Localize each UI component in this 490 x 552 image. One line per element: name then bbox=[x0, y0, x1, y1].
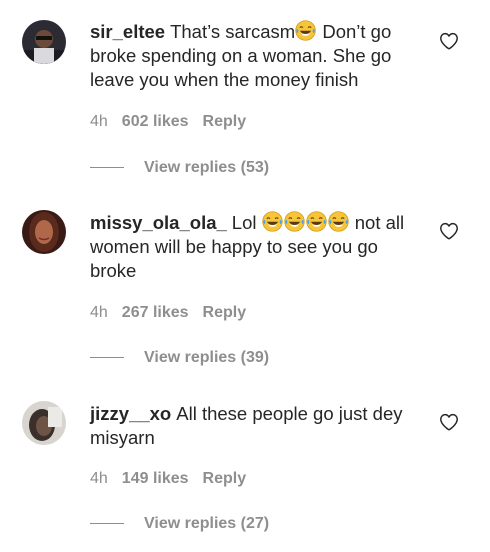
avatar-image bbox=[22, 210, 66, 254]
divider-line bbox=[90, 523, 124, 525]
comment-meta: 4h 267 likes Reply bbox=[90, 303, 260, 323]
face-with-tears-of-joy-icon bbox=[295, 20, 316, 41]
comment-time: 4h bbox=[90, 113, 108, 130]
likes-count[interactable]: 149 likes bbox=[122, 470, 189, 487]
view-replies-label: View replies (27) bbox=[144, 515, 270, 532]
username[interactable]: jizzy__xo bbox=[90, 403, 171, 424]
avatar[interactable] bbox=[22, 20, 66, 64]
comment-text: jizzy__xo All these people go just dey mi… bbox=[90, 402, 420, 450]
reply-button[interactable]: Reply bbox=[203, 470, 247, 487]
avatar-image bbox=[22, 401, 66, 445]
view-replies-label: View replies (39) bbox=[144, 349, 270, 366]
comment-text-start: Lol bbox=[231, 212, 262, 233]
comment-meta: 4h 602 likes Reply bbox=[90, 112, 260, 132]
heart-outline-icon bbox=[440, 222, 458, 240]
divider-line bbox=[90, 167, 124, 169]
likes-count[interactable]: 267 likes bbox=[122, 304, 189, 321]
view-replies-label: View replies (53) bbox=[144, 159, 270, 176]
comment-time: 4h bbox=[90, 470, 108, 487]
likes-count[interactable]: 602 likes bbox=[122, 113, 189, 130]
like-button[interactable] bbox=[438, 411, 460, 433]
heart-outline-icon bbox=[440, 413, 458, 431]
avatar-image bbox=[22, 20, 66, 64]
reply-button[interactable]: Reply bbox=[203, 304, 247, 321]
like-button[interactable] bbox=[438, 30, 460, 52]
avatar[interactable] bbox=[22, 210, 66, 254]
username[interactable]: sir_eltee bbox=[90, 21, 165, 42]
view-replies-button[interactable]: View replies (39) bbox=[90, 348, 269, 368]
comment-text-start: That’s sarcasm bbox=[170, 21, 296, 42]
reply-button[interactable]: Reply bbox=[203, 113, 247, 130]
face-with-tears-of-joy-icon bbox=[305, 211, 327, 232]
comment-text: sir_eltee That’s sarcasm Don’t go broke s… bbox=[90, 20, 420, 92]
comment-time: 4h bbox=[90, 304, 108, 321]
view-replies-button[interactable]: View replies (53) bbox=[90, 158, 269, 178]
comment-meta: 4h 149 likes Reply bbox=[90, 469, 260, 489]
heart-outline-icon bbox=[440, 32, 458, 50]
face-with-tears-of-joy-icon bbox=[283, 211, 305, 232]
comment-text: missy_ola_ola_ Lol not all women will be … bbox=[90, 211, 420, 283]
avatar[interactable] bbox=[22, 401, 66, 445]
username[interactable]: missy_ola_ola_ bbox=[90, 212, 227, 233]
divider-line bbox=[90, 357, 124, 359]
face-with-tears-of-joy-icon bbox=[261, 211, 283, 232]
view-replies-button[interactable]: View replies (27) bbox=[90, 514, 269, 534]
like-button[interactable] bbox=[438, 220, 460, 242]
face-with-tears-of-joy-icon bbox=[327, 211, 349, 232]
